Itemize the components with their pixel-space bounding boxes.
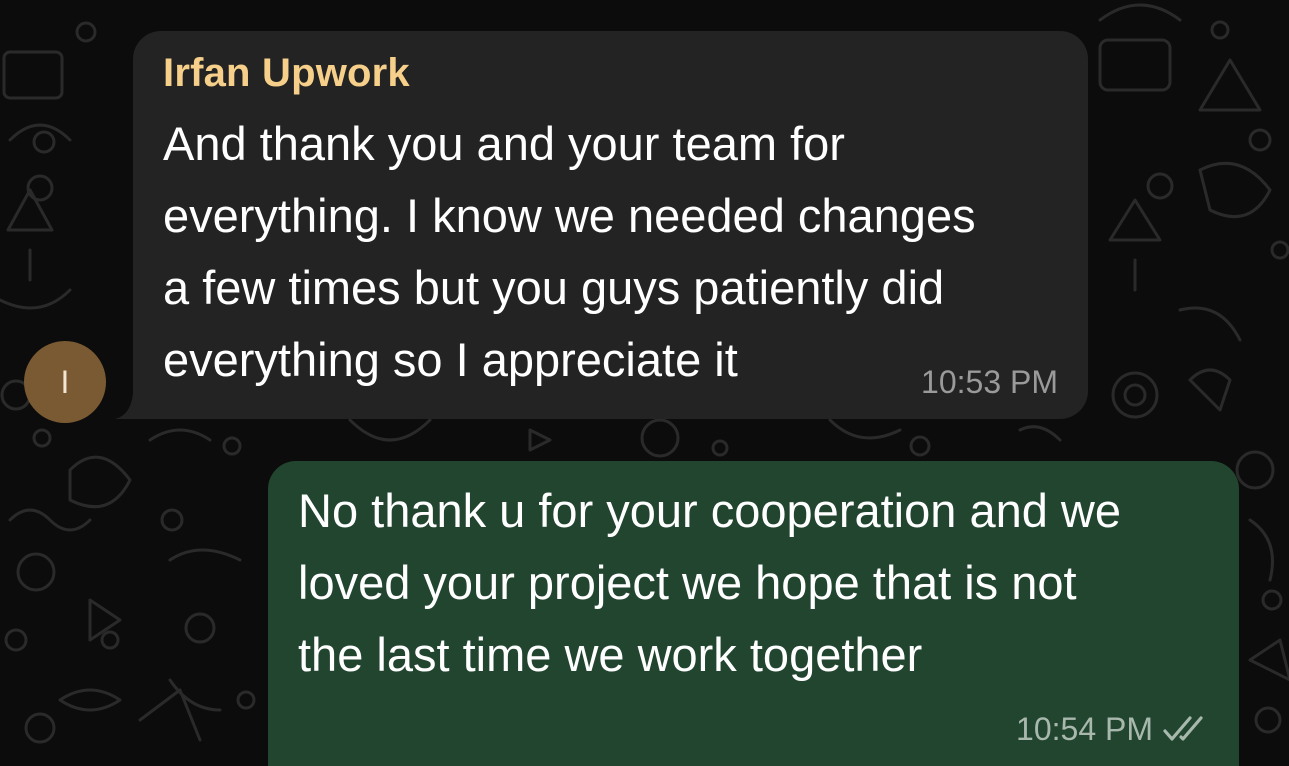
avatar-initial: I: [60, 363, 70, 400]
sender-name[interactable]: Irfan Upwork: [163, 51, 410, 96]
outgoing-message-bubble[interactable]: No thank u for your cooperation and we l…: [268, 461, 1239, 766]
message-line: everything so I appreciate it: [163, 333, 738, 386]
message-line: a few times but you guys patiently did: [163, 261, 945, 314]
message-timestamp: 10:53 PM: [921, 364, 1058, 400]
message-meta: 10:54 PM: [1016, 711, 1213, 748]
incoming-message-bubble[interactable]: Irfan Upwork And thank you and your team…: [115, 31, 1088, 419]
sender-avatar[interactable]: I: [24, 341, 106, 423]
message-line: everything. I know we needed changes: [163, 189, 976, 242]
double-check-icon: [1163, 715, 1203, 741]
message-text: No thank u for your cooperation and we l…: [298, 475, 1121, 691]
chat-view: I Irfan Upwork And thank you and your te…: [0, 0, 1289, 766]
message-text: And thank you and your team for everythi…: [163, 108, 976, 396]
message-timestamp: 10:54 PM: [1016, 711, 1153, 747]
message-line: No thank u for your cooperation and we: [298, 484, 1122, 537]
bubble-tail: [115, 393, 145, 419]
message-line: And thank you and your team for: [163, 117, 845, 170]
message-line: loved your project we hope that is not: [298, 556, 1077, 609]
message-line: the last time we work together: [298, 628, 923, 681]
